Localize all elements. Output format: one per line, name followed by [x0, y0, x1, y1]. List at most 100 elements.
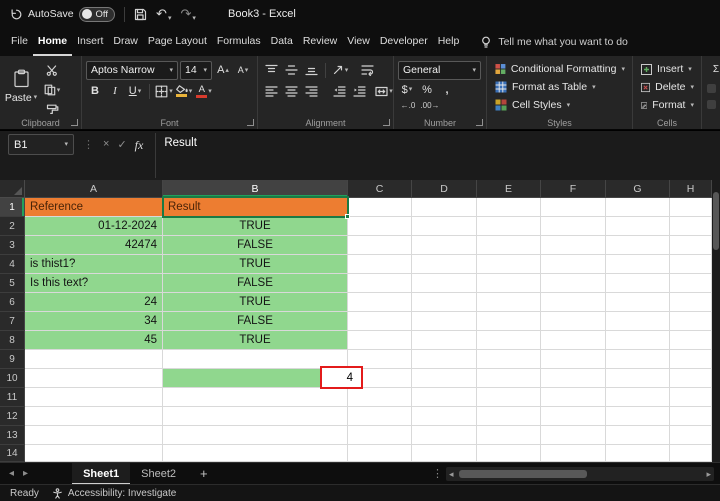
cell-E14[interactable] [477, 445, 541, 462]
save-button[interactable] [134, 8, 147, 21]
cell-E2[interactable] [477, 217, 541, 236]
decrease-decimal-button[interactable]: .00→ [420, 100, 440, 112]
cell-G3[interactable] [606, 236, 670, 255]
row-header-7[interactable]: 7 [0, 312, 25, 331]
cell-H11[interactable] [670, 388, 712, 407]
row-header-12[interactable]: 12 [0, 407, 25, 426]
cell-F13[interactable] [541, 426, 606, 445]
format-painter-button[interactable] [43, 101, 61, 119]
sheet-nav-left-icon[interactable]: ◂ [9, 468, 14, 479]
cell-B14[interactable] [163, 445, 348, 462]
cell-G10[interactable] [606, 369, 670, 388]
tab-formulas[interactable]: Formulas [212, 28, 266, 56]
cell-G14[interactable] [606, 445, 670, 462]
increase-decimal-button[interactable]: ←.0 [398, 100, 418, 112]
merge-center-button[interactable]: ▾ [375, 82, 393, 100]
cell-E3[interactable] [477, 236, 541, 255]
cell-C7[interactable] [348, 312, 412, 331]
cell-A12[interactable] [25, 407, 163, 426]
cell-H13[interactable] [670, 426, 712, 445]
cell-E4[interactable] [477, 255, 541, 274]
cell-styles-button[interactable]: Cell Styles ▾ [491, 96, 629, 114]
column-header-g[interactable]: G [606, 180, 670, 198]
cell-E1[interactable] [477, 198, 541, 217]
column-header-d[interactable]: D [412, 180, 477, 198]
cell-C12[interactable] [348, 407, 412, 426]
insert-function-button[interactable]: fx [135, 138, 144, 153]
cell-C8[interactable] [348, 331, 412, 350]
row-header-2[interactable]: 2 [0, 217, 25, 236]
dialog-launcher-icon[interactable] [383, 119, 390, 126]
align-right-button[interactable] [302, 82, 320, 100]
top-align-button[interactable] [262, 61, 280, 79]
name-box[interactable]: B1 ▾ [8, 134, 74, 155]
row-header-10[interactable]: 10 [0, 369, 25, 388]
cell-E8[interactable] [477, 331, 541, 350]
cell-B12[interactable] [163, 407, 348, 426]
cell-G7[interactable] [606, 312, 670, 331]
cell-C11[interactable] [348, 388, 412, 407]
sheet-tab-sheet2[interactable]: Sheet2 [130, 463, 187, 485]
cell-E9[interactable] [477, 350, 541, 369]
autosum-icon[interactable]: Σ [707, 60, 720, 78]
horizontal-scrollbar-thumb[interactable] [458, 470, 587, 478]
tell-me-box[interactable]: Tell me what you want to do [480, 28, 628, 56]
tab-file[interactable]: File [6, 28, 33, 56]
cell-H9[interactable] [670, 350, 712, 369]
bold-button[interactable]: B [86, 82, 104, 100]
cell-D10[interactable] [412, 369, 477, 388]
cell-F7[interactable] [541, 312, 606, 331]
tab-developer[interactable]: Developer [375, 28, 433, 56]
cell-A6[interactable]: 24 [25, 293, 163, 312]
cell-F12[interactable] [541, 407, 606, 426]
cell-H14[interactable] [670, 445, 712, 462]
decrease-font-button[interactable]: A ▾ [234, 61, 252, 79]
formula-input[interactable]: Result [155, 133, 720, 178]
column-header-h[interactable]: H [670, 180, 712, 198]
cell-F4[interactable] [541, 255, 606, 274]
cell-D9[interactable] [412, 350, 477, 369]
cell-D7[interactable] [412, 312, 477, 331]
row-header-9[interactable]: 9 [0, 350, 25, 369]
underline-button[interactable]: U ▾ [126, 82, 144, 100]
row-header-8[interactable]: 8 [0, 331, 25, 350]
cell-A5[interactable]: Is this text? [25, 274, 163, 293]
cell-A11[interactable] [25, 388, 163, 407]
column-header-b[interactable]: B [163, 180, 348, 198]
column-header-e[interactable]: E [477, 180, 541, 198]
cell-H3[interactable] [670, 236, 712, 255]
cell-D13[interactable] [412, 426, 477, 445]
cell-F2[interactable] [541, 217, 606, 236]
cell-F14[interactable] [541, 445, 606, 462]
cell-H8[interactable] [670, 331, 712, 350]
cell-G13[interactable] [606, 426, 670, 445]
autosave-toggle[interactable]: AutoSave Off [10, 6, 116, 22]
enter-button[interactable]: ✓ [117, 138, 126, 151]
dialog-launcher-icon[interactable] [247, 119, 254, 126]
row-header-5[interactable]: 5 [0, 274, 25, 293]
font-color-button[interactable]: A ▾ [195, 82, 213, 100]
cell-C6[interactable] [348, 293, 412, 312]
cell-E7[interactable] [477, 312, 541, 331]
cell-E11[interactable] [477, 388, 541, 407]
cell-B1[interactable]: Result [163, 198, 348, 217]
cell-G2[interactable] [606, 217, 670, 236]
cell-H1[interactable] [670, 198, 712, 217]
decrease-indent-button[interactable] [330, 82, 348, 100]
cell-A8[interactable]: 45 [25, 331, 163, 350]
middle-align-button[interactable] [282, 61, 300, 79]
cell-D8[interactable] [412, 331, 477, 350]
dialog-launcher-icon[interactable] [71, 119, 78, 126]
row-header-13[interactable]: 13 [0, 426, 25, 445]
cell-A13[interactable] [25, 426, 163, 445]
row-header-14[interactable]: 14 [0, 445, 25, 462]
cell-D6[interactable] [412, 293, 477, 312]
copy-button[interactable]: ▾ [43, 81, 61, 99]
cell-G5[interactable] [606, 274, 670, 293]
cell-A3[interactable]: 42474 [25, 236, 163, 255]
borders-button[interactable]: ▾ [155, 82, 173, 100]
cell-D4[interactable] [412, 255, 477, 274]
tab-page-layout[interactable]: Page Layout [143, 28, 212, 56]
cell-D5[interactable] [412, 274, 477, 293]
cell-C1[interactable] [348, 198, 412, 217]
